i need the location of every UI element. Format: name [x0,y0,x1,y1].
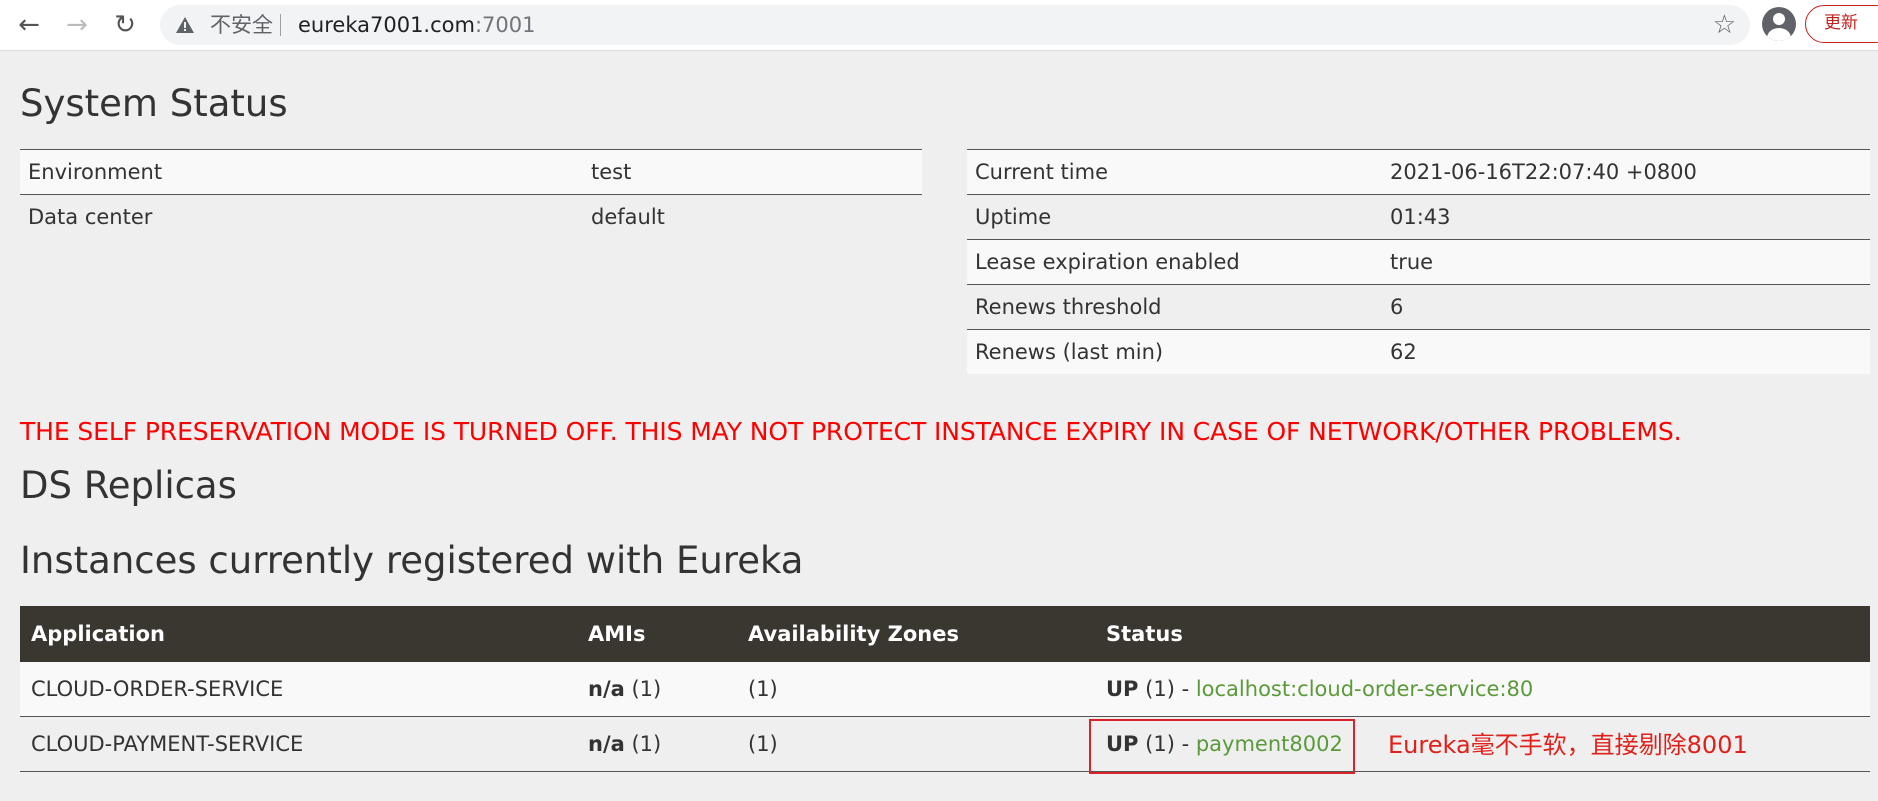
instances-heading: Instances currently registered with Eure… [20,539,804,582]
ami-count: (1) [631,732,662,756]
row-value: test [583,149,922,195]
ami-value: n/a [588,677,625,701]
browser-toolbar: ← → ↻ 不安全 eureka7001.com:7001 ☆ 更新 [0,0,1878,51]
table-row: Current time 2021-06-16T22:07:40 +0800 [967,149,1870,195]
ami-count: (1) [631,677,662,701]
self-preservation-warning: THE SELF PRESERVATION MODE IS TURNED OFF… [20,417,1682,446]
row-value: 62 [1382,329,1870,374]
url-port: :7001 [474,13,536,37]
update-button[interactable]: 更新 [1805,5,1878,43]
row-value: true [1382,239,1870,285]
table-row: Renews threshold 6 [967,284,1870,330]
row-label: Renews threshold [967,284,1382,330]
row-label: Current time [967,149,1382,195]
column-header-status: Status [1095,606,1870,662]
row-value: default [583,194,922,239]
status-count: (1) - [1145,677,1190,701]
status-value: UP [1106,677,1139,701]
column-header-availability-zones: Availability Zones [737,606,1095,662]
avatar-head [1773,13,1785,25]
ami-cell: n/a (1) [577,662,737,717]
table-row: Uptime 01:43 [967,194,1870,240]
application-name: CLOUD-PAYMENT-SERVICE [20,716,577,772]
application-name: CLOUD-ORDER-SERVICE [20,662,577,717]
table-header-row: Application AMIs Availability Zones Stat… [20,606,1870,662]
column-header-amis: AMIs [577,606,737,662]
row-label: Lease expiration enabled [967,239,1382,285]
profile-avatar-icon[interactable] [1762,7,1796,41]
ami-cell: n/a (1) [577,716,737,772]
server-info-table: Current time 2021-06-16T22:07:40 +0800 U… [967,149,1870,374]
zones-cell: (1) [737,662,1095,717]
bookmark-star-icon[interactable]: ☆ [1713,11,1736,39]
reload-icon[interactable]: ↻ [108,8,142,42]
omnibox-divider [280,14,281,36]
environment-table: Environment test Data center default [20,149,922,239]
insecure-label[interactable]: 不安全 [210,14,273,36]
row-value: 6 [1382,284,1870,330]
table-row: Lease expiration enabled true [967,239,1870,285]
address-bar[interactable]: 不安全 eureka7001.com:7001 ☆ [160,5,1750,45]
back-icon[interactable]: ← [12,8,46,42]
annotation-highlight-box [1089,719,1355,774]
system-status-heading: System Status [20,82,288,125]
url-host: eureka7001.com [298,13,475,37]
table-row: CLOUD-ORDER-SERVICE n/a (1) (1) UP (1) -… [20,662,1870,717]
row-label: Renews (last min) [967,329,1382,374]
table-row: Data center default [20,194,922,239]
annotation-text: Eureka毫不手软，直接剔除8001 [1388,731,1748,759]
zones-cell: (1) [737,716,1095,772]
forward-icon[interactable]: → [60,8,94,42]
row-label: Uptime [967,194,1382,240]
row-value: 01:43 [1382,194,1870,240]
avatar-body [1767,28,1791,41]
column-header-application: Application [20,606,577,662]
table-row: Environment test [20,149,922,195]
row-label: Data center [20,194,583,239]
ds-replicas-heading: DS Replicas [20,464,237,507]
url-text[interactable]: eureka7001.com:7001 [298,13,535,37]
row-value: 2021-06-16T22:07:40 +0800 [1382,149,1870,195]
warning-triangle-icon[interactable] [174,14,196,36]
status-cell: UP (1) - localhost:cloud-order-service:8… [1095,662,1870,717]
instance-link[interactable]: localhost:cloud-order-service:80 [1196,677,1533,701]
ami-value: n/a [588,732,625,756]
row-label: Environment [20,149,583,195]
table-row: Renews (last min) 62 [967,329,1870,374]
